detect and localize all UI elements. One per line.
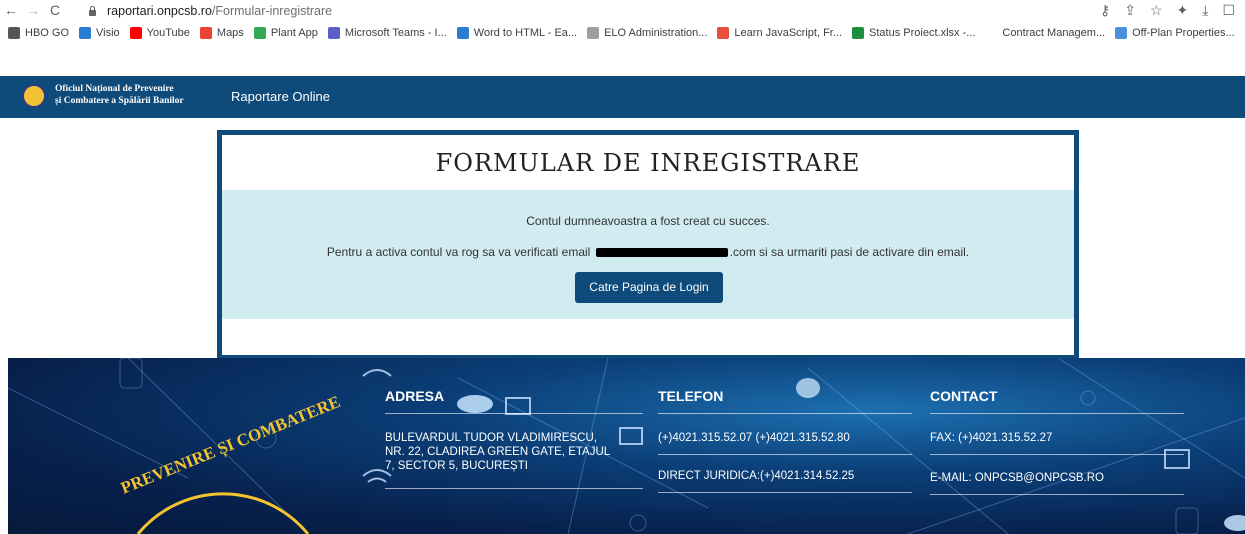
login-page-button[interactable]: Catre Pagina de Login (575, 272, 723, 303)
bookmark-favicon-icon (129, 26, 142, 39)
activation-text-start: Pentru a activa contul va rog sa va veri… (326, 245, 591, 259)
phone-divider-2 (658, 454, 912, 455)
phone-divider (658, 413, 912, 414)
bookmark-favicon-icon (199, 26, 212, 39)
bookmark-label: Plant App (270, 26, 318, 39)
redacted-email (595, 248, 728, 258)
page-title: FORMULAR DE INREGISTRARE (435, 149, 861, 177)
lock-icon (88, 5, 97, 16)
bookmark-label: HBO GO (25, 26, 70, 39)
bookmark-label: Word to HTML - Ea... (473, 26, 578, 39)
footer-network-graphic (8, 358, 1245, 534)
key-icon[interactable]: ⚷ (1100, 2, 1110, 19)
bookmark-favicon-icon (456, 26, 469, 39)
site-header: Oficiul Național de Prevenire și Combate… (0, 76, 1245, 118)
bookmark-label: Maps (216, 26, 244, 39)
window-icon[interactable]: ☐ (1222, 2, 1235, 19)
back-icon[interactable]: ← (0, 2, 22, 18)
bookmarks-bar: HBO GO Visio YouTube Maps Plant App Microsoft… (0, 21, 1245, 44)
email-address[interactable]: E-MAIL: ONPCSB@ONPCSB.RO (930, 472, 1104, 485)
reload-icon[interactable]: C (44, 2, 66, 18)
bookmark-label: ELO Administration... (604, 26, 708, 39)
bookmark-favicon-icon (587, 26, 600, 39)
activation-text-end: .com si sa urmariti pasi de activare din… (729, 245, 970, 259)
address-bar[interactable]: raportari.onpcsb.ro/Formular-inregistrar… (88, 2, 332, 19)
success-message: Contul dumneavoastra a fost creat cu suc… (526, 214, 770, 228)
bookmark-item[interactable]: Visio (79, 26, 120, 39)
extensions-icon[interactable]: ✦ (1177, 2, 1189, 19)
bookmark-item[interactable]: Microsoft Teams - I... (327, 26, 447, 39)
phone-divider-3 (658, 492, 912, 493)
url-host: raportari.onpcsb.ro (107, 3, 212, 18)
bookmark-item[interactable]: Status Proiect.xlsx -... (852, 26, 976, 39)
download-icon[interactable]: ⤓ (1202, 2, 1208, 19)
address-line-2: NR. 22, CLADIREA GREEN GATE, ETAJUL (385, 446, 611, 458)
address-line-1: BULEVARDUL TUDOR VLADIMIRESCU, (385, 432, 597, 444)
success-alert: Contul dumneavoastra a fost creat cu suc… (222, 190, 1074, 319)
bookmark-favicon-icon (717, 26, 730, 39)
bookmark-label: Contract Managem... (1002, 26, 1106, 39)
logo-line-2: și Combatere a Spălării Banilor (55, 96, 184, 106)
phone-title: TELEFON (658, 388, 724, 404)
address-line-3: 7, SECTOR 5, BUCUREȘTI (385, 460, 528, 472)
forward-icon[interactable]: → (22, 2, 44, 18)
bookmark-favicon-icon (327, 26, 340, 39)
bookmark-favicon-icon (852, 26, 865, 39)
contact-divider-3 (930, 494, 1184, 495)
share-icon[interactable]: ⇪ (1124, 2, 1136, 19)
browser-actions: ⚷ ⇪ ☆ ✦ ⤓ ☐ (1100, 2, 1235, 19)
fax-number: FAX: (+)4021.315.52.27 (930, 432, 1053, 444)
address-divider (385, 413, 643, 414)
logo-text[interactable]: Oficiul Național de Prevenire și Combate… (55, 83, 184, 107)
footer: PREVENIRE ȘI COMBATERE ADRESA BULEVARDUL… (8, 358, 1245, 534)
bookmark-item[interactable]: Maps (199, 26, 244, 39)
url-path: /Formular-inregistrare (211, 3, 333, 18)
bookmark-label: Learn JavaScript, Fr... (734, 26, 843, 39)
bookmark-item[interactable]: HBO GO (8, 26, 70, 39)
bookmark-item[interactable]: Learn JavaScript, Fr... (717, 26, 843, 39)
bookmark-item[interactable]: ELO Administration... (587, 26, 708, 39)
browser-toolbar: ← → C raportari.onpcsb.ro/Formular-inreg… (0, 0, 1245, 20)
bookmark-favicon-icon (985, 26, 998, 39)
nav-raportare-online[interactable]: Raportare Online (231, 89, 330, 104)
bookmark-item[interactable]: Contract Managem... (985, 26, 1106, 39)
bookmark-item[interactable]: Off-Plan Properties... (1115, 26, 1235, 39)
page: ← → C raportari.onpcsb.ro/Formular-inreg… (0, 0, 1245, 534)
phone-numbers: (+)4021.315.52.07 (+)4021.315.52.80 (658, 432, 850, 444)
legal-phone: DIRECT JURIDICA:(+)4021.314.52.25 (658, 470, 855, 482)
bookmark-label: Microsoft Teams - I... (344, 26, 447, 39)
address-divider-2 (385, 488, 643, 489)
bookmark-favicon-icon (1115, 26, 1128, 39)
bookmark-item[interactable]: Plant App (253, 26, 318, 39)
bookmark-label: Status Proiect.xlsx -... (869, 26, 976, 39)
bookmark-label: Off-Plan Properties... (1132, 26, 1235, 39)
bookmark-favicon-icon (8, 26, 20, 39)
contact-title: CONTACT (930, 388, 998, 404)
bookmark-label: Visio (96, 26, 120, 39)
contact-divider (930, 413, 1184, 414)
registration-card: FORMULAR DE INREGISTRARE Contul dumneavo… (217, 130, 1079, 360)
activation-message: Pentru a activa contul va rog sa va veri… (222, 245, 1074, 259)
bookmark-label: YouTube (146, 26, 190, 39)
bookmark-item[interactable]: YouTube (129, 26, 190, 39)
bookmark-item[interactable]: Word to HTML - Ea... (456, 26, 578, 39)
logo-line-1: Oficiul Național de Prevenire (55, 84, 174, 94)
star-icon[interactable]: ☆ (1150, 2, 1163, 19)
bookmark-favicon-icon (253, 26, 266, 39)
bookmark-favicon-icon (79, 26, 92, 39)
contact-divider-2 (930, 454, 1184, 455)
address-title: ADRESA (385, 388, 445, 404)
logo-icon[interactable] (22, 84, 46, 108)
